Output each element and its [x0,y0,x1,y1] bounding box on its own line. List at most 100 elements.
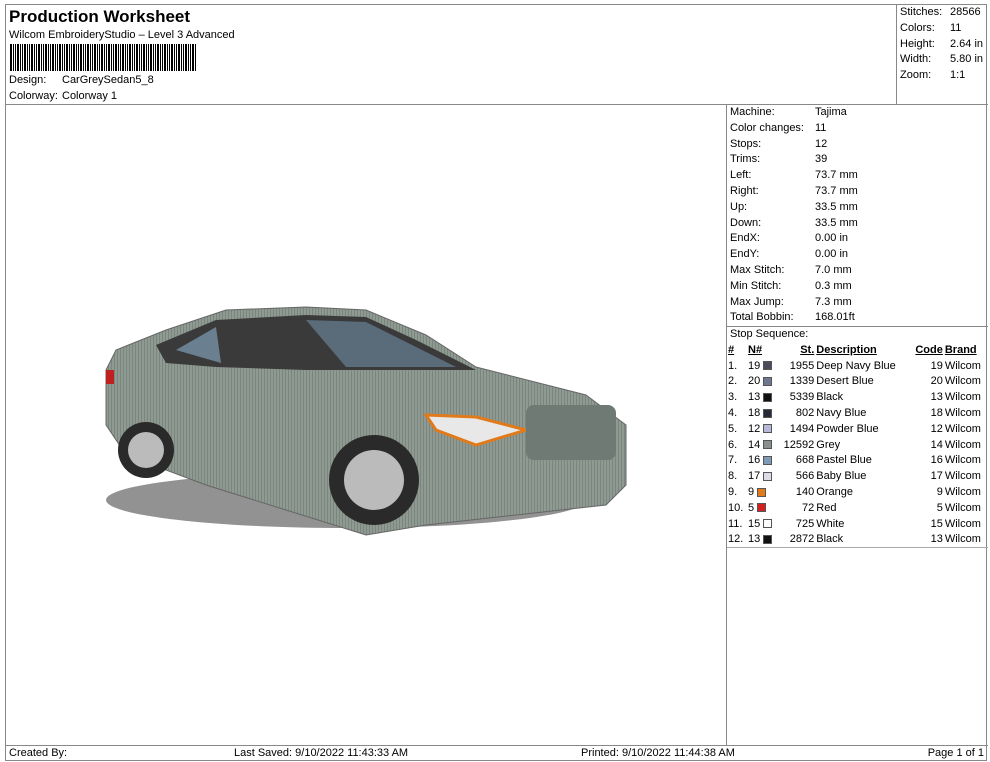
color-swatch [763,392,773,402]
stitch-count: 12592 [783,438,815,451]
info-row: EndY: 0.00 in [727,247,988,263]
barcode-bar [171,44,173,71]
stat-row: Height: 2.64 in [897,37,988,53]
color-swatch [763,471,773,481]
barcode-bar [31,44,33,71]
barcode-bar [132,44,133,71]
car-embroidery-image [105,306,627,536]
needle-value: 16 [748,454,761,467]
needle-number: 18 [747,405,777,421]
stop-index: 5. [728,422,738,435]
barcode-bar [129,44,131,71]
stat-row: Width: 5.80 in [897,52,988,68]
info-row-label: Max Stitch: [730,263,785,276]
barcode-bar [66,44,68,71]
barcode-bar [141,44,142,71]
color-description: Orange [816,486,853,499]
brand: Wilcom [944,359,981,372]
needle-number: 17 [747,468,777,484]
printed-date: Printed: 9/10/2022 11:44:38 AM [581,747,735,759]
barcode-bar [97,44,98,71]
color-swatch [763,408,773,418]
brand: Wilcom [944,517,981,530]
barcode-bar [115,44,117,71]
barcode-bar [59,44,61,71]
created-by: Created By: [9,747,68,759]
col-description: Description [816,343,877,356]
stat-row-value: 1:1 [950,69,966,82]
color-swatch [763,377,773,387]
barcode-bar [41,44,42,71]
barcode-bar [150,44,152,71]
stop-index: 8. [728,470,738,483]
needle-value: 13 [748,391,761,404]
barcode-bar [157,44,159,71]
barcode-bar [183,44,184,71]
info-row: Stops: 12 [727,137,988,153]
color-code: 5 [936,501,943,514]
colorway-name: Colorway 1 [62,90,118,102]
color-code: 15 [930,517,943,530]
color-description: White [816,517,845,530]
color-code: 14 [930,438,943,451]
stitch-count: 1955 [789,359,815,372]
col-n: N# [748,343,763,356]
color-description: Navy Blue [816,407,867,420]
info-row-label: Up: [730,200,748,213]
table-row: 8. 17 566 Baby Blue 17 Wilcom [727,468,988,484]
barcode-bar [55,44,56,71]
stitch-count: 2872 [789,533,815,546]
info-row-value: 12 [815,137,828,150]
color-description: Grey [816,438,841,451]
info-panel: Machine: Tajima Color changes: 11 Stops: 12 Tr… [727,105,988,745]
stop-sequence-table: # N# St. Description Code Brand 1. 19 19… [727,342,988,548]
color-code: 9 [936,486,943,499]
barcode-bar [22,44,23,71]
stitch-count: 1339 [789,375,815,388]
design-label: Design: [9,74,47,86]
table-row: 6. 14 12592 Grey 14 Wilcom [727,437,988,453]
needle-number: 20 [747,374,777,390]
barcode-bar [178,44,180,71]
stat-row-value: 28566 [950,6,981,18]
color-description: Black [816,391,844,404]
info-row-value: 39 [815,153,828,166]
stat-row-label: Height: [900,37,935,50]
info-row-label: EndX: [730,232,760,245]
needle-value: 12 [748,422,761,435]
barcode-bar [34,44,35,71]
color-description: Red [816,501,837,514]
color-swatch [757,487,767,497]
colorway-row: Colorway: Colorway 1 [9,90,117,102]
needle-value: 5 [748,501,755,514]
barcode-bar [181,44,182,71]
barcode-bar [195,44,196,71]
barcode-bar [111,44,112,71]
table-row: 2. 20 1339 Desert Blue 20 Wilcom [727,374,988,390]
info-row-value: 73.7 mm [815,169,858,182]
table-row: 4. 18 802 Navy Blue 18 Wilcom [727,405,988,421]
barcode-bar [13,44,14,71]
brand: Wilcom [944,470,981,483]
needle-value: 15 [748,517,761,530]
barcode-bar [127,44,128,71]
needle-value: 17 [748,470,761,483]
barcode-bar [104,44,105,71]
col-index: # [728,343,735,356]
barcode-bar [92,44,93,71]
needle-value: 14 [748,438,761,451]
info-row-label: Total Bobbin: [730,311,794,324]
info-row-value: 11 [815,121,827,134]
barcode-bar [143,44,145,71]
stitch-count: 668 [795,454,815,467]
info-row: Trims: 39 [727,152,988,168]
info-row-label: Machine: [730,106,775,118]
barcode-bar [188,44,189,71]
brand: Wilcom [944,501,981,514]
needle-number: 13 [747,389,777,405]
color-description: Baby Blue [816,470,867,483]
barcode-bar [29,44,30,71]
barcode-bar [118,44,119,71]
brand: Wilcom [944,454,981,467]
barcode-bar [122,44,124,71]
